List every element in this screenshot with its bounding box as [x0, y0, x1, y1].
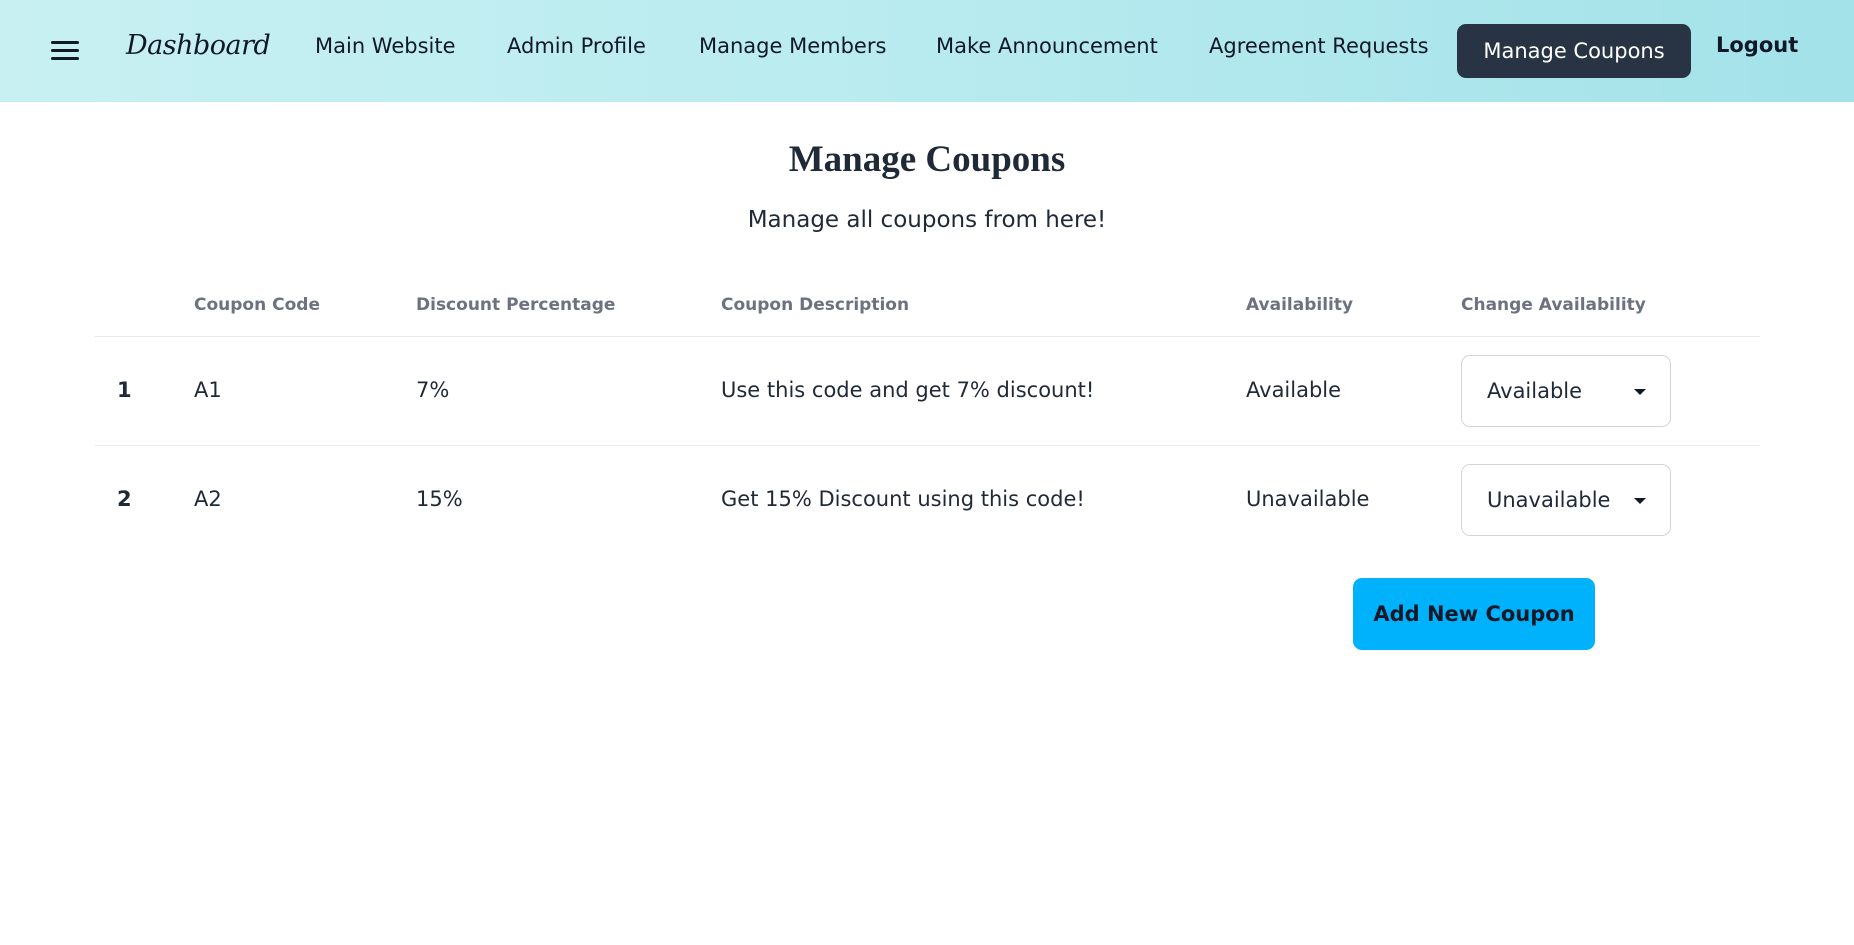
availability-select-value: Available — [1487, 379, 1583, 403]
discount-cell: 15% — [416, 487, 463, 511]
logout-link[interactable]: Logout — [1716, 33, 1798, 57]
availability-cell: Available — [1246, 378, 1342, 402]
nav-link-main-website[interactable]: Main Website — [315, 34, 456, 58]
availability-select[interactable]: Available — [1461, 355, 1671, 427]
coupon-code-cell: A1 — [194, 378, 222, 402]
top-navbar: Dashboard Main Website Admin Profile Man… — [0, 0, 1854, 102]
row-number: 1 — [117, 378, 132, 402]
table-divider — [95, 336, 1760, 337]
availability-cell: Unavailable — [1246, 487, 1370, 511]
menu-bar — [51, 57, 79, 60]
availability-select-value: Unavailable — [1487, 488, 1611, 512]
add-new-coupon-button[interactable]: Add New Coupon — [1353, 578, 1595, 650]
table-divider — [95, 445, 1760, 446]
nav-link-make-announcement[interactable]: Make Announcement — [936, 34, 1158, 58]
caret-down-icon — [1634, 498, 1646, 504]
coupon-code-cell: A2 — [194, 487, 222, 511]
menu-bar — [51, 49, 79, 52]
discount-cell: 7% — [416, 378, 450, 402]
nav-link-manage-coupons-active[interactable]: Manage Coupons — [1457, 24, 1691, 78]
hamburger-menu-icon[interactable] — [48, 36, 84, 66]
menu-bar — [51, 41, 79, 44]
nav-link-admin-profile[interactable]: Admin Profile — [507, 34, 646, 58]
availability-select[interactable]: Unavailable — [1461, 464, 1671, 536]
column-header-coupon-description: Coupon Description — [721, 295, 910, 315]
column-header-change-availability: Change Availability — [1461, 295, 1646, 315]
column-header-coupon-code: Coupon Code — [194, 295, 320, 315]
page-subtitle: Manage all coupons from here! — [747, 207, 1107, 233]
description-cell: Use this code and get 7% discount! — [721, 378, 1095, 402]
caret-down-icon — [1634, 389, 1646, 395]
column-header-discount-percentage: Discount Percentage — [416, 295, 616, 315]
description-cell: Get 15% Discount using this code! — [721, 487, 1085, 511]
brand-logo[interactable]: Dashboard — [126, 30, 271, 61]
row-number: 2 — [117, 487, 132, 511]
page-title: Manage Coupons — [788, 139, 1066, 180]
column-header-availability: Availability — [1246, 295, 1354, 315]
nav-link-manage-members[interactable]: Manage Members — [699, 34, 886, 58]
nav-link-agreement-requests[interactable]: Agreement Requests — [1209, 34, 1429, 58]
